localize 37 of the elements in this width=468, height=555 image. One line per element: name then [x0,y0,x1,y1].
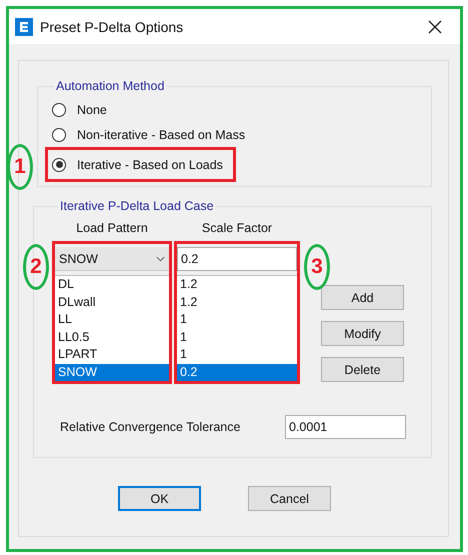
list-item[interactable]: 1.2 [177,276,297,294]
list-item[interactable]: DLwall [55,294,169,311]
list-action-button[interactable]: Delete [321,357,404,382]
list-item[interactable]: LL [55,311,169,328]
list-action-button[interactable]: Modify [321,321,404,346]
list-item[interactable]: LPART [55,346,169,364]
window-title: Preset P-Delta Options [40,18,184,34]
dialog-button[interactable]: Cancel [248,486,331,511]
radio-label[interactable]: None [77,102,107,116]
scale-factor-field[interactable]: 0.2 [177,247,297,271]
load-pattern-dropdown[interactable]: SNOW [55,247,169,271]
radio-button[interactable] [52,158,66,172]
radio-label[interactable]: Non-iterative - Based on Mass [77,128,246,142]
group-title: Automation Method [55,79,166,93]
tolerance-label: Relative Convergence Tolerance [60,420,242,434]
list-action-button[interactable]: Add [321,285,404,310]
dialog-button[interactable]: OK [118,486,201,511]
tolerance-field[interactable]: 0.0001 [285,415,406,439]
callout-number: 2 [23,244,49,290]
column-header: Load Pattern [75,221,149,237]
radio-label[interactable]: Iterative - Based on Loads [77,158,223,172]
list-item[interactable]: DL [55,276,169,294]
list-item[interactable]: 1 [177,311,297,328]
close-icon[interactable] [428,20,442,34]
radio-button[interactable] [52,128,66,142]
radio-button[interactable] [52,102,66,116]
list-item[interactable]: LL0.5 [55,328,169,346]
callout-number: 1 [7,144,33,190]
chevron-down-icon [156,256,165,262]
app-logo-icon [15,18,33,36]
list-item[interactable]: 1 [177,328,297,346]
column-header: Scale Factor [200,221,274,237]
list-item[interactable]: SNOW [55,364,169,381]
list-item[interactable]: 1 [177,346,297,364]
group-title: Iterative P-Delta Load Case [59,199,215,213]
list-item[interactable]: 1.2 [177,294,297,311]
list-item[interactable]: 0.2 [177,364,297,381]
